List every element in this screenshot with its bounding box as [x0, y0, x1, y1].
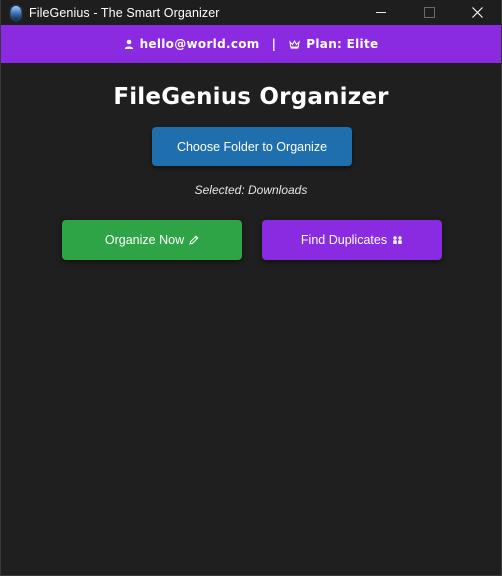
app-icon [11, 5, 21, 20]
page-title: FileGenius Organizer [113, 84, 389, 110]
choose-folder-button[interactable]: Choose Folder to Organize [152, 127, 352, 166]
minimize-icon [376, 12, 386, 13]
plan-text: Plan: Elite [306, 37, 379, 51]
app-window: FileGenius - The Smart Organizer hello@w… [0, 0, 502, 576]
header-separator: | [271, 37, 277, 51]
minimize-button[interactable] [357, 0, 405, 25]
maximize-icon [423, 7, 435, 18]
email-text: hello@world.com [139, 37, 260, 51]
duplicates-icon [393, 236, 402, 244]
title-bar[interactable]: FileGenius - The Smart Organizer [1, 0, 501, 25]
account-header: hello@world.com | Plan: Elite [1, 25, 501, 63]
selected-folder-text: Selected: Downloads [194, 183, 308, 197]
maximize-button[interactable] [405, 0, 453, 25]
pencil-icon [189, 235, 199, 245]
find-duplicates-button[interactable]: Find Duplicates [262, 220, 442, 260]
close-icon [471, 7, 483, 18]
account-email: hello@world.com [124, 37, 260, 51]
account-plan: Plan: Elite [289, 37, 378, 51]
crown-icon [289, 39, 301, 49]
window-controls [357, 0, 501, 25]
organize-now-button[interactable]: Organize Now [62, 220, 242, 260]
window-title: FileGenius - The Smart Organizer [29, 5, 220, 20]
choose-folder-label: Choose Folder to Organize [176, 139, 328, 154]
organize-now-label: Organize Now [104, 233, 185, 247]
close-button[interactable] [453, 0, 501, 25]
find-duplicates-label: Find Duplicates [300, 233, 388, 247]
user-icon [124, 39, 133, 49]
